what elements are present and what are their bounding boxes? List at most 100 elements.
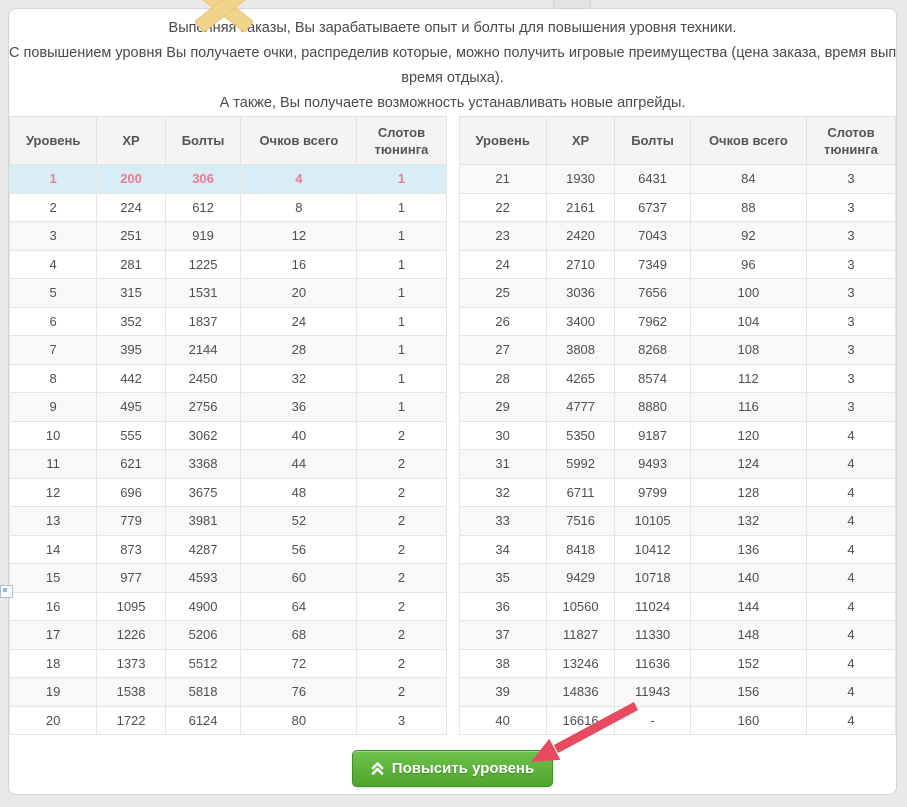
table-cell: 13 bbox=[10, 507, 97, 536]
table-cell: 8268 bbox=[615, 336, 691, 365]
table-cell: 3400 bbox=[546, 307, 615, 336]
table-cell: 9493 bbox=[615, 450, 691, 479]
table-cell: 10412 bbox=[615, 535, 691, 564]
table-cell: 2 bbox=[357, 621, 446, 650]
tables-container: УровеньXPБолтыОчков всегоСлотов тюнинга … bbox=[9, 116, 896, 735]
table-cell: 24 bbox=[241, 307, 357, 336]
table-row: 1813735512722 bbox=[10, 649, 447, 678]
table-cell: 919 bbox=[165, 222, 241, 251]
table-cell: 21 bbox=[459, 165, 546, 194]
table-row: 2427107349963 bbox=[459, 250, 896, 279]
table-header: УровеньXPБолтыОчков всегоСлотов тюнинга bbox=[459, 117, 896, 165]
table-row: 1915385818762 bbox=[10, 678, 447, 707]
column-header: Болты bbox=[165, 117, 241, 165]
table-row: 337516101051324 bbox=[459, 507, 896, 536]
table-row: 222461281 bbox=[10, 193, 447, 222]
table-cell: 3 bbox=[806, 364, 895, 393]
table-cell: 44 bbox=[241, 450, 357, 479]
table-cell: 1 bbox=[357, 393, 446, 422]
table-row: 105553062402 bbox=[10, 421, 447, 450]
table-cell: 48 bbox=[241, 478, 357, 507]
table-cell: 4 bbox=[806, 450, 895, 479]
background-tab-remnant bbox=[553, 0, 591, 9]
table-cell: 7 bbox=[10, 336, 97, 365]
table-header-row: УровеньXPБолтыОчков всегоСлотов тюнинга bbox=[10, 117, 447, 165]
table-cell: 4 bbox=[806, 706, 895, 735]
table-cell: 4 bbox=[806, 421, 895, 450]
table-row: 348418104121364 bbox=[459, 535, 896, 564]
table-cell: 3 bbox=[806, 307, 895, 336]
column-header: Слотов тюнинга bbox=[357, 117, 446, 165]
table-cell: 19 bbox=[10, 678, 97, 707]
table-cell: 612 bbox=[165, 193, 241, 222]
table-cell: 23 bbox=[459, 222, 546, 251]
column-header: Очков всего bbox=[690, 117, 806, 165]
table-cell: 6 bbox=[10, 307, 97, 336]
intro-line-3: время отдыха). bbox=[9, 66, 896, 91]
table-cell: 306 bbox=[165, 165, 241, 194]
table-cell: 2756 bbox=[165, 393, 241, 422]
table-cell: 16 bbox=[10, 592, 97, 621]
table-row: 2017226124803 bbox=[10, 706, 447, 735]
column-header: Болты bbox=[615, 117, 691, 165]
table-cell: 7043 bbox=[615, 222, 691, 251]
table-cell: 28 bbox=[241, 336, 357, 365]
table-cell: 1095 bbox=[97, 592, 166, 621]
table-cell: 31 bbox=[459, 450, 546, 479]
table-cell: 76 bbox=[241, 678, 357, 707]
level-up-button[interactable]: Повысить уровень bbox=[352, 750, 553, 787]
table-cell: 10105 bbox=[615, 507, 691, 536]
table-cell: 68 bbox=[241, 621, 357, 650]
table-cell: 3036 bbox=[546, 279, 615, 308]
table-cell: 64 bbox=[241, 592, 357, 621]
broken-image-icon bbox=[0, 585, 13, 598]
table-row: 4016616-1604 bbox=[459, 706, 896, 735]
gold-cross-decoration bbox=[190, 0, 256, 26]
table-cell: 38 bbox=[459, 649, 546, 678]
table-cell: 4287 bbox=[165, 535, 241, 564]
table-cell: 8574 bbox=[615, 364, 691, 393]
table-cell: 116 bbox=[690, 393, 806, 422]
table-cell: 156 bbox=[690, 678, 806, 707]
table-cell: 1373 bbox=[97, 649, 166, 678]
table-body-right: 2119306431843222161673788323242070439232… bbox=[459, 165, 896, 735]
table-cell: 1 bbox=[357, 336, 446, 365]
table-row: 3251919121 bbox=[10, 222, 447, 251]
table-cell: 8880 bbox=[615, 393, 691, 422]
table-cell: 108 bbox=[690, 336, 806, 365]
table-cell: 36 bbox=[459, 592, 546, 621]
table-cell: 14836 bbox=[546, 678, 615, 707]
table-cell: 4 bbox=[806, 678, 895, 707]
table-cell: - bbox=[615, 706, 691, 735]
table-cell: 2420 bbox=[546, 222, 615, 251]
column-header: XP bbox=[546, 117, 615, 165]
table-cell: 2 bbox=[357, 592, 446, 621]
table-cell: 2 bbox=[357, 535, 446, 564]
table-cell: 30 bbox=[459, 421, 546, 450]
table-cell: 4265 bbox=[546, 364, 615, 393]
table-row: 31599294931244 bbox=[459, 450, 896, 479]
table-cell: 621 bbox=[97, 450, 166, 479]
table-cell: 2 bbox=[10, 193, 97, 222]
intro-text: Выполняя заказы, Вы зарабатываете опыт и… bbox=[9, 9, 896, 116]
table-cell: 4 bbox=[806, 564, 895, 593]
table-cell: 15 bbox=[10, 564, 97, 593]
table-cell: 5512 bbox=[165, 649, 241, 678]
table-cell: 1531 bbox=[165, 279, 241, 308]
table-cell: 7656 bbox=[615, 279, 691, 308]
table-cell: 6431 bbox=[615, 165, 691, 194]
table-cell: 80 bbox=[241, 706, 357, 735]
column-header: Очков всего bbox=[241, 117, 357, 165]
table-cell: 6124 bbox=[165, 706, 241, 735]
table-cell: 8418 bbox=[546, 535, 615, 564]
table-cell: 2450 bbox=[165, 364, 241, 393]
table-cell: 779 bbox=[97, 507, 166, 536]
table-row: 3914836119431564 bbox=[459, 678, 896, 707]
levels-table-left: УровеньXPБолтыОчков всегоСлотов тюнинга … bbox=[9, 116, 447, 735]
table-cell: 16616 bbox=[546, 706, 615, 735]
table-cell: 395 bbox=[97, 336, 166, 365]
table-row: 3813246116361524 bbox=[459, 649, 896, 678]
table-cell: 11827 bbox=[546, 621, 615, 650]
table-cell: 27 bbox=[459, 336, 546, 365]
table-cell: 9429 bbox=[546, 564, 615, 593]
